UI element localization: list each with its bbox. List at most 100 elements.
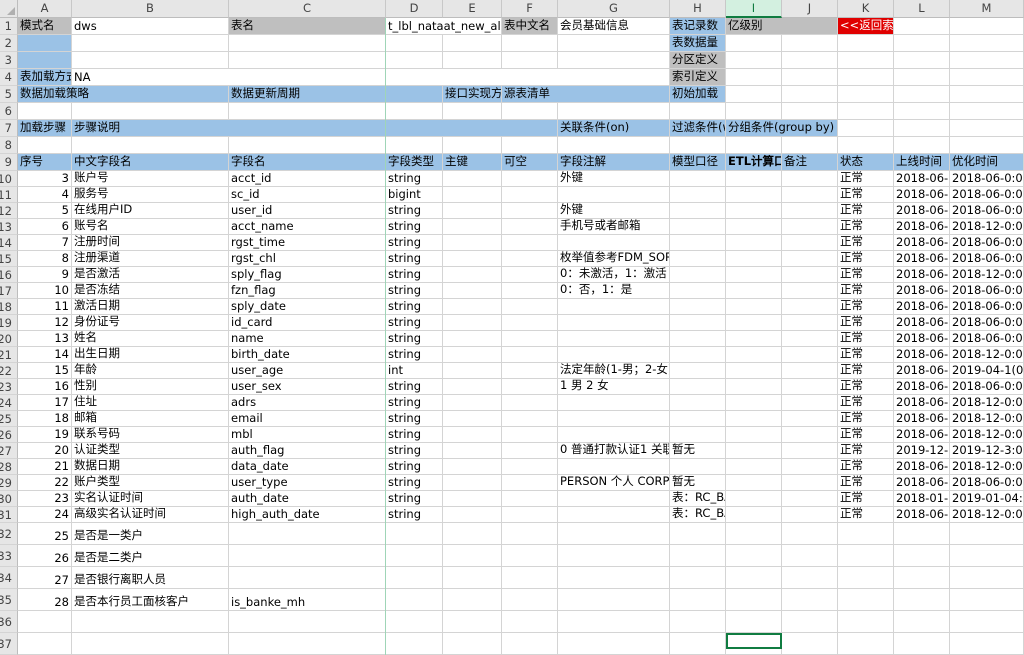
cell-c23[interactable]: user_sex [229,379,386,395]
cell-j6[interactable] [782,103,838,120]
cell-k37[interactable] [838,633,894,655]
cell-j8[interactable] [782,137,838,154]
cell-j14[interactable] [782,235,838,251]
cell-b17[interactable]: 是否冻结 [72,283,229,299]
cell-f18[interactable] [502,299,558,315]
row-header-10[interactable]: 10 [0,171,18,187]
cell-a20[interactable]: 13 [18,331,72,347]
cell-f35[interactable] [502,589,558,611]
cell-k2[interactable] [838,35,894,52]
cell-f3[interactable] [502,52,558,69]
cell-a32[interactable]: 25 [18,523,72,545]
cell-b29[interactable]: 账户类型 [72,475,229,491]
cell-f16[interactable] [502,267,558,283]
cell-m11[interactable]: 2018-06-0:00 [950,187,1024,203]
cell-f29[interactable] [502,475,558,491]
cell-k8[interactable] [838,137,894,154]
cell-m2[interactable] [950,35,1024,52]
cell-a8[interactable] [18,137,72,154]
cell-k19[interactable]: 正常 [838,315,894,331]
cell-c14[interactable]: rgst_time [229,235,386,251]
cell-a28[interactable]: 21 [18,459,72,475]
cell-f34[interactable] [502,567,558,589]
cell-l34[interactable] [894,567,950,589]
cell-e36[interactable] [443,611,502,633]
cell-f36[interactable] [502,611,558,633]
cell-h10[interactable] [670,171,726,187]
row-header-37[interactable]: 37 [0,633,18,655]
cell-m5[interactable] [950,86,1024,103]
cell-l8[interactable] [894,137,950,154]
cell-g12[interactable]: 外键 [558,203,670,219]
cell-d20[interactable]: string [386,331,443,347]
cell-k4[interactable] [838,69,894,86]
cell-l9[interactable]: 上线时间 [894,154,950,171]
cell-i25[interactable] [726,411,782,427]
cell-a33[interactable]: 26 [18,545,72,567]
row-header-1[interactable]: 1 [0,18,18,35]
cell-h17[interactable] [670,283,726,299]
cell-i14[interactable] [726,235,782,251]
cell-h27[interactable]: 暂无 [670,443,726,459]
cell-a13[interactable]: 6 [18,219,72,235]
row-header-30[interactable]: 30 [0,491,18,507]
cell-i3[interactable] [726,52,782,69]
cell-i13[interactable] [726,219,782,235]
cell-h7[interactable]: 过滤条件(where) [670,120,726,137]
cell-h29[interactable]: 暂无 [670,475,726,491]
cell-g11[interactable] [558,187,670,203]
cell-l25[interactable]: 2018-06-0 [894,411,950,427]
cell-e22[interactable] [443,363,502,379]
cell-l16[interactable]: 2018-06-0 [894,267,950,283]
cell-h20[interactable] [670,331,726,347]
cell-l29[interactable]: 2018-06-0 [894,475,950,491]
cell-d37[interactable] [386,633,443,655]
cell-g30[interactable] [558,491,670,507]
cell-e23[interactable] [443,379,502,395]
cell-m32[interactable] [950,523,1024,545]
cell-d26[interactable]: string [386,427,443,443]
cell-c24[interactable]: adrs [229,395,386,411]
cell-b30[interactable]: 实名认证时间 [72,491,229,507]
cell-b6[interactable] [72,103,229,120]
cell-a9[interactable]: 序号 [18,154,72,171]
select-all-corner[interactable] [0,0,18,18]
cell-e11[interactable] [443,187,502,203]
cell-m22[interactable]: 2019-04-1(00 [950,363,1024,379]
cell-b21[interactable]: 出生日期 [72,347,229,363]
cell-a4[interactable]: 表加载方式 [18,69,72,86]
cell-h15[interactable] [670,251,726,267]
cell-c9[interactable]: 字段名 [229,154,386,171]
cell-a17[interactable]: 10 [18,283,72,299]
cell-a5[interactable]: 数据加载策略 [18,86,229,103]
cell-f2[interactable] [502,35,558,52]
cell-f22[interactable] [502,363,558,379]
cell-i26[interactable] [726,427,782,443]
cell-d6[interactable] [386,103,443,120]
cell-j30[interactable] [782,491,838,507]
cell-i36[interactable] [726,611,782,633]
cell-i15[interactable] [726,251,782,267]
cell-i18[interactable] [726,299,782,315]
cell-b8[interactable] [72,137,229,154]
cell-i19[interactable] [726,315,782,331]
cell-g31[interactable] [558,507,670,523]
row-header-25[interactable]: 25 [0,411,18,427]
cell-j21[interactable] [782,347,838,363]
cell-j25[interactable] [782,411,838,427]
cell-j29[interactable] [782,475,838,491]
cell-g36[interactable] [558,611,670,633]
cell-l26[interactable]: 2018-06-0 [894,427,950,443]
cell-c20[interactable]: name [229,331,386,347]
cell-k36[interactable] [838,611,894,633]
cell-h21[interactable] [670,347,726,363]
cell-g34[interactable] [558,567,670,589]
cell-a35[interactable]: 28 [18,589,72,611]
cell-f11[interactable] [502,187,558,203]
cell-c10[interactable]: acct_id [229,171,386,187]
cell-k26[interactable]: 正常 [838,427,894,443]
cell-l28[interactable]: 2018-06-0 [894,459,950,475]
cell-c29[interactable]: user_type [229,475,386,491]
cell-b9[interactable]: 中文字段名 [72,154,229,171]
row-header-24[interactable]: 24 [0,395,18,411]
